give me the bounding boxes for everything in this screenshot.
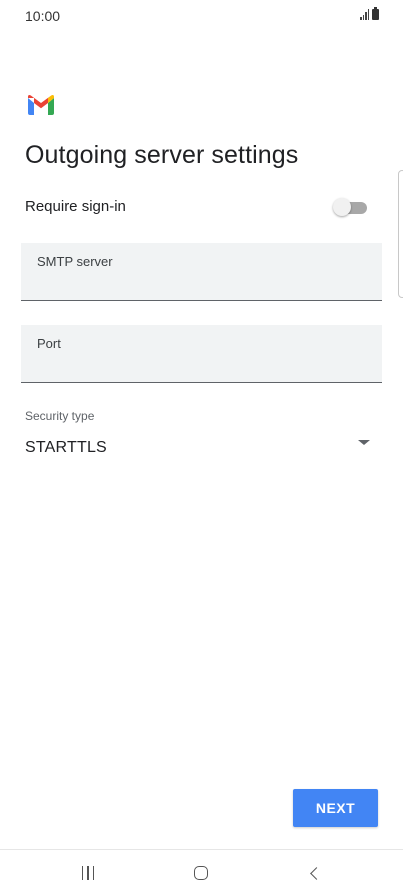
port-label: Port — [37, 336, 61, 351]
home-button[interactable] — [171, 850, 231, 896]
signal-bars-icon — [360, 9, 369, 20]
back-icon — [309, 866, 323, 880]
recents-icon — [81, 866, 95, 880]
port-field[interactable]: Port — [21, 325, 382, 383]
security-type-value: STARTTLS — [25, 439, 107, 456]
port-input[interactable] — [37, 353, 367, 375]
toggle-thumb — [333, 198, 351, 216]
screen: 10:00 Outgoing server settings Require s… — [0, 0, 403, 896]
smtp-server-label: SMTP server — [37, 254, 113, 269]
status-bar: 10:00 — [0, 0, 403, 34]
recents-button[interactable] — [58, 850, 118, 896]
status-time: 10:00 — [25, 8, 61, 24]
back-button[interactable] — [284, 850, 344, 896]
gmail-logo-icon — [28, 95, 54, 115]
status-icons — [360, 7, 379, 20]
security-type-label: Security type — [25, 409, 95, 423]
require-signin-label: Require sign-in — [25, 198, 126, 215]
smtp-server-field[interactable]: SMTP server — [21, 243, 382, 301]
smtp-server-input[interactable] — [37, 271, 367, 293]
require-signin-row: Require sign-in — [25, 196, 370, 218]
next-button[interactable]: NEXT — [293, 789, 378, 827]
navigation-bar — [0, 849, 403, 896]
home-icon — [194, 866, 208, 880]
scroll-indicator[interactable] — [398, 170, 403, 298]
require-signin-toggle[interactable] — [333, 198, 367, 216]
page-title: Outgoing server settings — [25, 141, 299, 169]
battery-icon — [372, 7, 379, 20]
dropdown-arrow-icon — [358, 440, 370, 445]
security-type-dropdown[interactable]: STARTTLS — [25, 436, 370, 462]
